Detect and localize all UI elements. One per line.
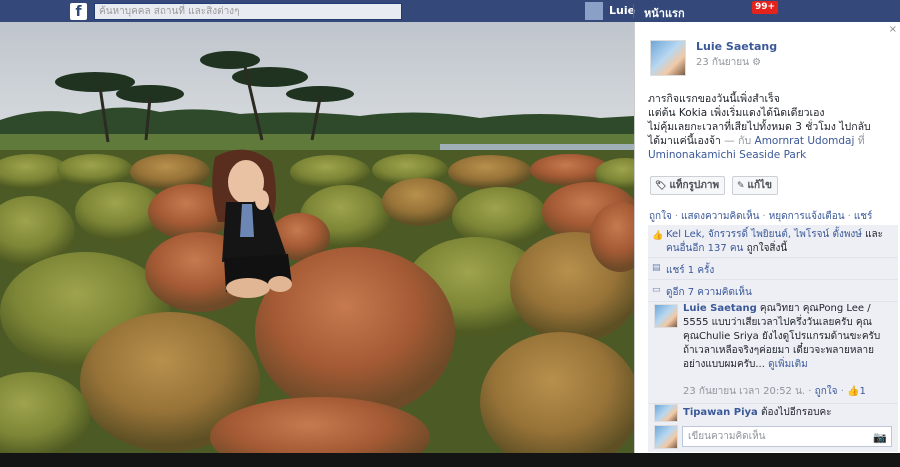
- tag-photo-label: แท็กรูปภาพ: [669, 180, 720, 191]
- top-navigation-bar: f ค้นหาบุคคล สถานที่ และสิ่งต่างๆ Luie ห…: [0, 0, 900, 22]
- view-more-comments[interactable]: ▭ ดูอีก 7 ความคิดเห็น: [648, 280, 898, 302]
- home-link[interactable]: หน้าแรก: [644, 4, 685, 22]
- likes-and-text: และ: [861, 229, 884, 240]
- like-link[interactable]: ถูกใจ: [649, 211, 672, 222]
- post-date[interactable]: 23 กันยายน ⚙: [696, 55, 761, 70]
- likes-summary: 👍 Kel Lek, จักรวรรดิ์ ไพยิยนต์, ไพโรจน์ …: [648, 225, 898, 258]
- edit-label: แก้ไข: [747, 180, 772, 191]
- tag-icon: 🏷: [655, 181, 667, 191]
- caption-line: ได้มาแค่นี้เองจ้า — กับ Amornrat Udomdaj…: [648, 134, 898, 148]
- profile-link[interactable]: Luie: [609, 4, 635, 17]
- post-detail-panel: × Luie Saetang 23 กันยายน ⚙ ภารกิจแรกของ…: [634, 22, 900, 453]
- comment-author[interactable]: Tipawan Piya: [683, 407, 758, 418]
- bottom-strip: [0, 453, 900, 467]
- facebook-logo-icon[interactable]: f: [70, 3, 87, 20]
- at-text: ที่: [854, 135, 865, 147]
- tagged-person-link[interactable]: Amornrat Udomdaj: [755, 135, 855, 147]
- stop-notifications-link[interactable]: หยุดการแจ้งเตือน: [769, 211, 845, 222]
- share-link[interactable]: แชร์: [854, 211, 873, 222]
- comment-author[interactable]: Luie Saetang: [683, 303, 757, 314]
- camera-icon[interactable]: 📷: [873, 428, 887, 447]
- caption-text: ได้มาแค่นี้เองจ้า: [648, 135, 721, 147]
- kokia-field-photo: [0, 22, 634, 453]
- share-icon: ▤: [652, 263, 661, 273]
- author-avatar[interactable]: [650, 40, 686, 76]
- tag-photo-button[interactable]: 🏷 แท็กรูปภาพ: [650, 176, 726, 195]
- with-text: — กับ: [720, 135, 755, 147]
- current-user-avatar: [654, 425, 678, 449]
- comment-body: Luie Saetang คุณวิทยา คุณPong Lee / 5555…: [683, 302, 895, 372]
- notification-badge[interactable]: 99+: [752, 1, 779, 14]
- likers-link[interactable]: Kel Lek, จักรวรรดิ์ ไพยิยนต์, ไพโรจน์ ตั…: [666, 229, 862, 240]
- caption-line: แต่ต้น Kokia เพิ่งเริ่มแดงได้นิดเดียวเอง: [648, 107, 825, 119]
- see-more-link[interactable]: ดูเพิ่มเติม: [768, 359, 808, 370]
- comment-time[interactable]: 23 กันยายน เวลา 20:52 น.: [683, 386, 805, 397]
- post-date-text[interactable]: 23 กันยายน: [696, 57, 749, 68]
- comment-like-count[interactable]: 1: [860, 386, 866, 397]
- caption-line: ไม่คุ้มเลยกะเวลาที่เสียไปทั้งหมด 3 ชั่วโ…: [648, 121, 871, 133]
- comment-text: ต้องไปอีกรอบคะ: [757, 407, 832, 418]
- comment-like-link[interactable]: ถูกใจ: [815, 386, 838, 397]
- write-comment-area: เขียนความคิดเห็น 📷: [648, 422, 898, 452]
- comment-link[interactable]: แสดงความคิดเห็น: [681, 211, 759, 222]
- post-actions: ถูกใจ · แสดงความคิดเห็น · หยุดการแจ้งเตือน · แ…: [649, 211, 873, 222]
- comment-icon: ▭: [652, 285, 661, 295]
- edit-button[interactable]: ✎ แก้ไข: [732, 176, 778, 195]
- view-more-label[interactable]: ดูอีก 7 ความคิดเห็น: [666, 287, 752, 298]
- likes-suffix: ถูกใจสิ่งนี้: [743, 243, 788, 254]
- search-input[interactable]: ค้นหาบุคคล สถานที่ และสิ่งต่างๆ: [94, 3, 402, 20]
- photo-viewer[interactable]: [0, 22, 634, 453]
- others-link[interactable]: คนอื่นอีก 137 คน: [666, 243, 743, 254]
- thumbs-up-icon: 👍: [652, 231, 664, 241]
- close-icon[interactable]: ×: [889, 24, 897, 35]
- place-link[interactable]: Uminonakamichi Seaside Park: [648, 148, 898, 162]
- post-author[interactable]: Luie Saetang: [696, 40, 777, 53]
- commenter-avatar[interactable]: [654, 304, 678, 328]
- commenter-avatar[interactable]: [654, 404, 678, 422]
- pencil-icon: ✎: [737, 181, 745, 191]
- divider: [633, 4, 634, 18]
- privacy-icon[interactable]: ⚙: [752, 57, 761, 68]
- comment-meta: 23 กันยายน เวลา 20:52 น. · ถูกใจ · 👍1: [683, 386, 866, 397]
- user-avatar[interactable]: [585, 2, 603, 20]
- shares-count[interactable]: แชร์ 1 ครั้ง: [666, 265, 714, 276]
- post-caption: ภารกิจแรกของวันนี้เพิ่งสำเร็จ แต่ต้น Kok…: [648, 92, 898, 162]
- comment-body: Tipawan Piya ต้องไปอีกรอบคะ: [683, 406, 895, 420]
- shares-row[interactable]: ▤ แชร์ 1 ครั้ง: [648, 258, 898, 280]
- comment-input[interactable]: เขียนความคิดเห็น 📷: [682, 426, 892, 447]
- comment-placeholder: เขียนความคิดเห็น: [688, 431, 766, 442]
- thumbs-up-icon: 👍: [847, 386, 860, 397]
- caption-line: ภารกิจแรกของวันนี้เพิ่งสำเร็จ: [648, 93, 780, 105]
- comment-item: Luie Saetang คุณวิทยา คุณPong Lee / 5555…: [648, 302, 898, 404]
- comment-item: Tipawan Piya ต้องไปอีกรอบคะ: [648, 404, 898, 424]
